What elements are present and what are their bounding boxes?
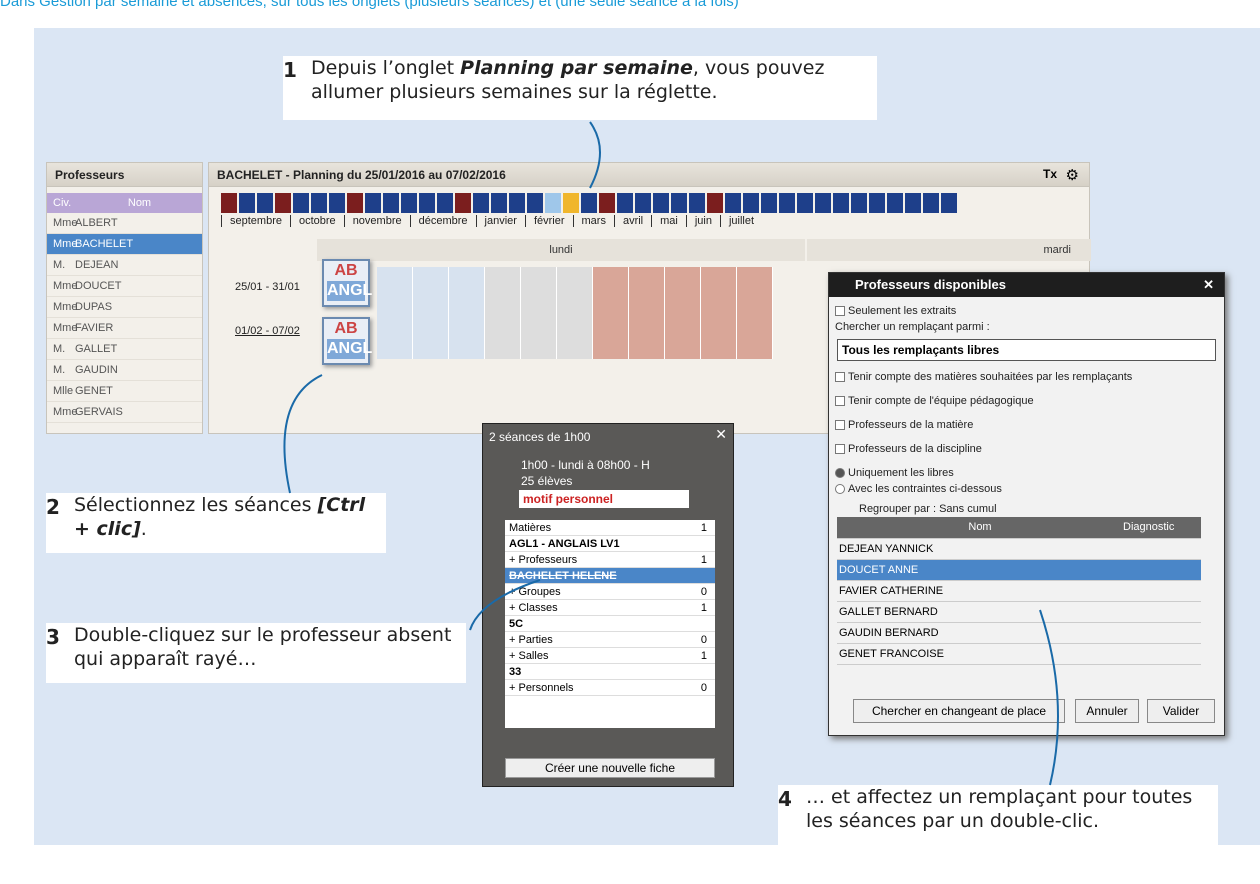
arrows — [283, 121, 1059, 786]
arrow-3 — [469, 579, 541, 631]
arrow-1 — [589, 121, 601, 189]
arrow-4 — [1039, 609, 1059, 786]
arrow-2 — [283, 374, 323, 494]
